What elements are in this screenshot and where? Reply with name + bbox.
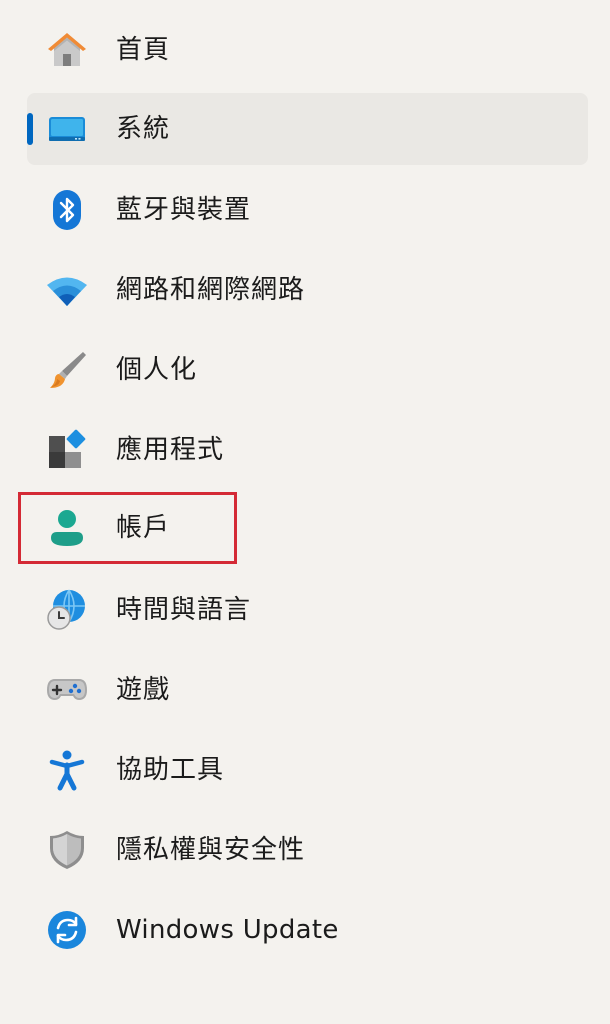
accessibility-icon xyxy=(45,748,89,792)
sidebar-item-system[interactable]: 系統 xyxy=(27,93,588,165)
paintbrush-icon xyxy=(45,348,89,392)
shield-icon xyxy=(45,828,89,872)
home-icon xyxy=(45,28,89,72)
sidebar-item-bluetooth-devices[interactable]: 藍牙與裝置 xyxy=(27,174,588,246)
sidebar-item-label: 系統 xyxy=(116,114,171,144)
sidebar-item-label: Windows Update xyxy=(116,915,339,945)
sidebar-item-label: 遊戲 xyxy=(116,675,171,705)
sidebar-item-apps[interactable]: 應用程式 xyxy=(27,414,588,486)
sidebar-item-label: 首頁 xyxy=(116,35,171,65)
account-person-icon xyxy=(45,506,89,550)
sidebar-item-label: 隱私權與安全性 xyxy=(116,835,306,865)
bluetooth-icon xyxy=(45,188,89,232)
wifi-icon xyxy=(45,268,89,312)
globe-clock-icon xyxy=(45,588,89,632)
sidebar-item-label: 帳戶 xyxy=(116,513,171,543)
sidebar-item-label: 個人化 xyxy=(116,355,198,385)
sidebar-item-windows-update[interactable]: Windows Update xyxy=(27,894,588,966)
sidebar-item-label: 應用程式 xyxy=(116,435,225,465)
sidebar-item-label: 協助工具 xyxy=(116,755,225,785)
sidebar-item-gaming[interactable]: 遊戲 xyxy=(27,654,588,726)
sidebar-item-accessibility[interactable]: 協助工具 xyxy=(27,734,588,806)
sidebar-item-privacy-security[interactable]: 隱私權與安全性 xyxy=(27,814,588,886)
selection-indicator xyxy=(27,113,33,145)
apps-icon xyxy=(45,428,89,472)
windows-update-icon xyxy=(45,908,89,952)
sidebar-item-label: 網路和網際網路 xyxy=(116,275,306,305)
sidebar-item-time-language[interactable]: 時間與語言 xyxy=(27,574,588,646)
sidebar-item-personalization[interactable]: 個人化 xyxy=(27,334,588,406)
sidebar-item-label: 時間與語言 xyxy=(116,595,252,625)
system-display-icon xyxy=(45,107,89,151)
settings-sidebar-nav: 首頁 系統 藍牙與裝置 網路和網際網路 個人化 應用程式 帳戶 時間與語言 遊戲… xyxy=(0,0,610,1024)
sidebar-item-home[interactable]: 首頁 xyxy=(27,14,588,86)
gamepad-icon xyxy=(45,668,89,712)
sidebar-item-accounts[interactable]: 帳戶 xyxy=(27,492,588,564)
sidebar-item-label: 藍牙與裝置 xyxy=(116,195,252,225)
sidebar-item-network-internet[interactable]: 網路和網際網路 xyxy=(27,254,588,326)
